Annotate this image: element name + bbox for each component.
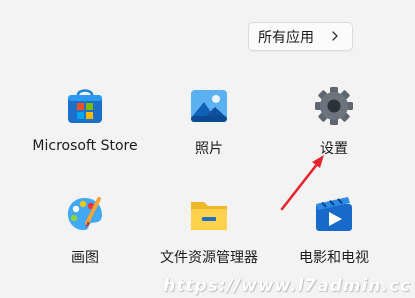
movies-tv-icon [312, 193, 356, 237]
app-tile-movies-tv[interactable]: 电影和电视 [264, 193, 404, 267]
app-label: 画图 [71, 250, 99, 266]
watermark-text: https://www.l7admin.cc [163, 276, 411, 296]
app-tile-microsoft-store[interactable]: Microsoft Store [15, 84, 155, 154]
app-label: 电影和电视 [299, 250, 369, 266]
app-tile-file-explorer[interactable]: 文件资源管理器 [139, 193, 279, 267]
app-tile-photos[interactable]: 照片 [139, 84, 279, 158]
app-label: 设置 [320, 141, 348, 157]
all-apps-button[interactable]: 所有应用 [248, 22, 353, 51]
app-tile-paint[interactable]: 画图 [15, 193, 155, 267]
app-label: 照片 [195, 141, 223, 157]
app-tile-settings[interactable]: 设置 [264, 84, 404, 158]
paint-palette-icon [63, 193, 107, 237]
photos-icon [187, 84, 231, 128]
app-label: 文件资源管理器 [160, 250, 258, 266]
app-label: Microsoft Store [32, 138, 138, 154]
chevron-right-icon [332, 31, 338, 41]
all-apps-label: 所有应用 [258, 29, 314, 46]
microsoft-store-icon [63, 84, 107, 128]
settings-gear-icon [312, 84, 356, 128]
file-explorer-folder-icon [187, 193, 231, 237]
